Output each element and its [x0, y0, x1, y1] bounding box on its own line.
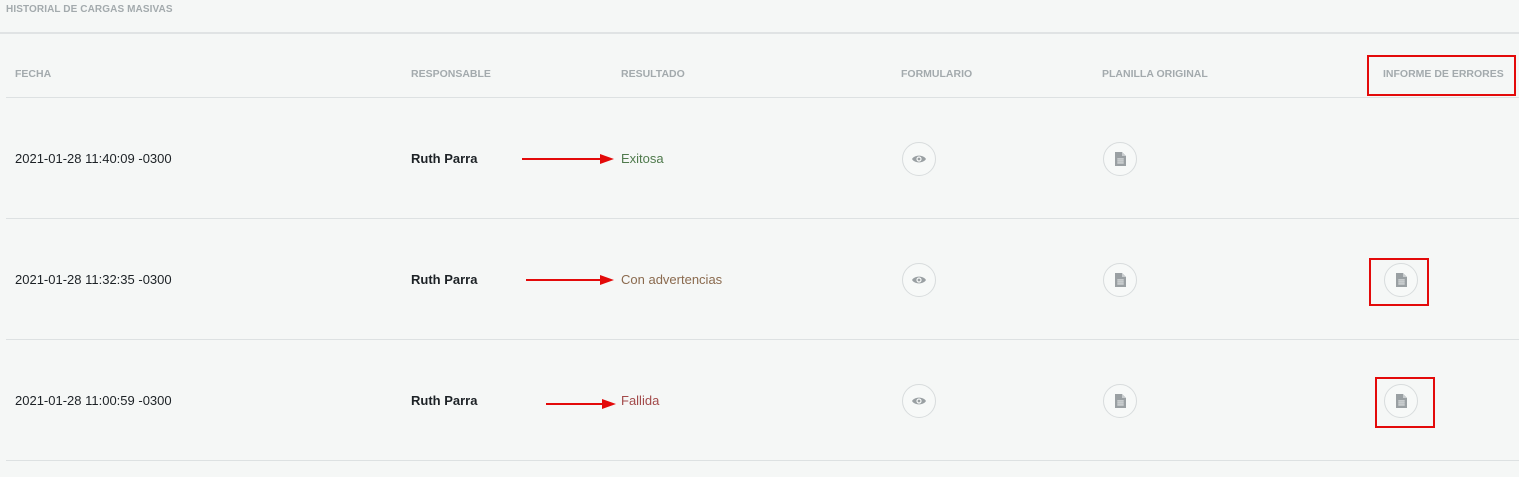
- eye-icon: [912, 397, 926, 405]
- column-header-responsable: RESPONSABLE: [411, 68, 491, 80]
- cell-fecha: 2021-01-28 11:32:35 -0300: [15, 272, 172, 287]
- annotation-arrow: [522, 154, 614, 164]
- column-header-resultado: RESULTADO: [621, 68, 685, 80]
- annotation-arrow: [526, 275, 614, 285]
- cell-resultado-status: Con advertencias: [621, 272, 723, 287]
- section-title: HISTORIAL DE CARGAS MASIVAS: [6, 4, 173, 15]
- download-original-sheet-button[interactable]: [1103, 142, 1137, 176]
- annotation-arrow: [546, 399, 616, 409]
- view-form-button[interactable]: [902, 263, 936, 297]
- cell-responsable: Ruth Parra: [411, 151, 478, 166]
- annotation-box-error-report: [1369, 258, 1429, 306]
- section-divider: [0, 32, 1519, 34]
- download-original-sheet-button[interactable]: [1103, 263, 1137, 297]
- row-divider: [6, 218, 1519, 219]
- eye-icon: [912, 276, 926, 284]
- row-divider: [6, 339, 1519, 340]
- annotation-box-error-report: [1375, 377, 1435, 428]
- view-form-button[interactable]: [902, 142, 936, 176]
- cell-fecha: 2021-01-28 11:40:09 -0300: [15, 151, 172, 166]
- cell-resultado-status: Fallida: [621, 393, 660, 408]
- column-header-planilla-original: PLANILLA ORIGINAL: [1102, 68, 1208, 80]
- eye-icon: [912, 155, 926, 163]
- view-form-button[interactable]: [902, 384, 936, 418]
- document-icon: [1114, 273, 1126, 287]
- cell-responsable: Ruth Parra: [411, 393, 478, 408]
- column-header-fecha: FECHA: [15, 68, 52, 80]
- cell-fecha: 2021-01-28 11:00:59 -0300: [15, 393, 172, 408]
- cell-resultado-status: Exitosa: [621, 151, 664, 166]
- bulk-upload-history: HISTORIAL DE CARGAS MASIVAS FECHA RESPON…: [0, 0, 1519, 477]
- document-icon: [1114, 152, 1126, 166]
- column-header-formulario: FORMULARIO: [901, 68, 973, 80]
- cell-responsable: Ruth Parra: [411, 272, 478, 287]
- row-divider: [6, 460, 1519, 461]
- document-icon: [1114, 394, 1126, 408]
- annotation-box-informe-header: [1367, 55, 1516, 96]
- header-divider: [6, 97, 1519, 98]
- download-original-sheet-button[interactable]: [1103, 384, 1137, 418]
